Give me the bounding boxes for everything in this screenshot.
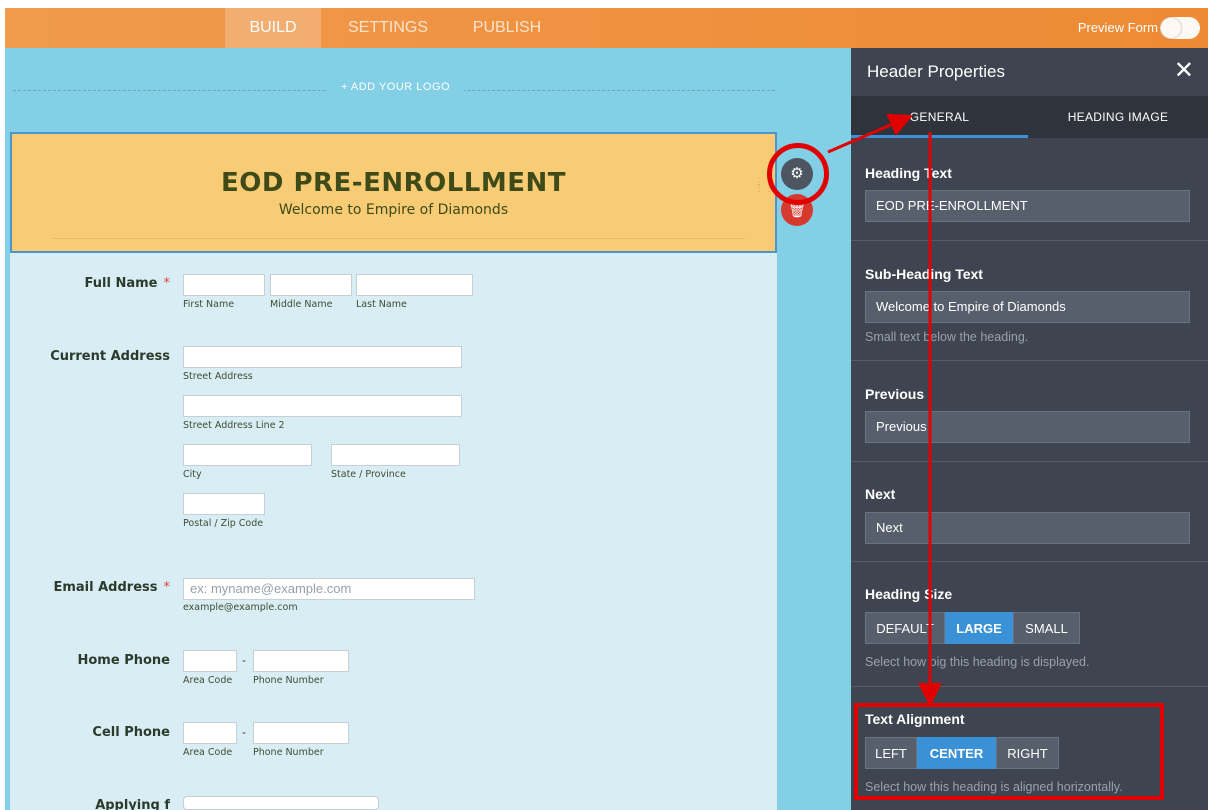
last-name-sublabel: Last Name — [356, 299, 407, 310]
zip-sublabel: Postal / Zip Code — [183, 518, 264, 529]
sub-heading-input[interactable]: Welcome to Empire of Diamonds — [865, 291, 1190, 323]
sub-heading-section: Sub-Heading Text Welcome to Empire of Di… — [851, 240, 1208, 360]
cell-area-code-input[interactable] — [183, 722, 237, 744]
street-address-input[interactable] — [183, 346, 462, 368]
annotation-circle — [767, 143, 829, 205]
address-label: Current Address — [50, 349, 170, 364]
home-phone-number-input[interactable] — [253, 650, 349, 672]
close-icon[interactable]: ✕ — [1174, 56, 1194, 85]
cell-phone-number-sublabel: Phone Number — [253, 747, 324, 758]
heading-subtitle: Welcome to Empire of Diamonds — [278, 202, 509, 218]
drag-handle-icon[interactable]: ⋮⋮ ⋮⋮ — [754, 178, 774, 204]
header-divider — [52, 238, 745, 239]
panel-title: Header Properties — [867, 62, 1005, 81]
home-phone-label: Home Phone — [77, 653, 171, 668]
form-header[interactable]: EOD PRE-ENROLLMENT Welcome to Empire of … — [10, 132, 777, 253]
heading-size-hint: Select how big this heading is displayed… — [865, 655, 1090, 669]
first-name-sublabel: First Name — [183, 299, 235, 310]
previous-section: Previous Previous — [851, 360, 1208, 461]
cell-phone-number-input[interactable] — [253, 722, 349, 744]
street-address-sublabel: Street Address — [183, 371, 253, 382]
applying-for-select[interactable] — [183, 796, 379, 810]
middle-name-sublabel: Middle Name — [270, 299, 333, 310]
add-logo-link[interactable]: + ADD YOUR LOGO — [327, 81, 465, 93]
zip-input[interactable] — [183, 493, 265, 515]
form-canvas: + ADD YOUR LOGO EOD PRE-ENROLLMENT Welco… — [5, 48, 851, 810]
city-input[interactable] — [183, 444, 312, 466]
form-fields-area: Full Name * First Name Middle Name Last N… — [10, 253, 777, 810]
tab-build[interactable]: BUILD — [225, 8, 321, 48]
heading-text-input[interactable]: EOD PRE-ENROLLMENT — [865, 190, 1190, 222]
last-name-input[interactable] — [356, 274, 473, 296]
state-input[interactable] — [331, 444, 460, 466]
street-address-2-sublabel: Street Address Line 2 — [183, 420, 285, 431]
email-label: Email Address * — [53, 580, 170, 595]
home-phone-dash: - — [242, 653, 246, 667]
next-section: Next Next — [851, 461, 1208, 561]
first-name-input[interactable] — [183, 274, 265, 296]
previous-label: Previous — [865, 386, 925, 402]
tab-settings[interactable]: SETTINGS — [335, 8, 441, 48]
heading-size-label: Heading Size — [865, 586, 953, 602]
heading-text-section: Heading Text EOD PRE-ENROLLMENT — [851, 148, 1208, 240]
home-phone-number-sublabel: Phone Number — [253, 675, 324, 686]
city-sublabel: City — [183, 469, 202, 480]
annotation-box — [854, 703, 1164, 800]
email-input[interactable]: ex: myname@example.com — [183, 578, 475, 600]
home-area-code-sublabel: Area Code — [183, 675, 233, 686]
preview-form-toggle[interactable] — [1160, 17, 1200, 39]
heading-text-label: Heading Text — [865, 165, 952, 181]
cell-phone-label: Cell Phone — [92, 725, 170, 740]
full-name-label: Full Name * — [84, 276, 170, 291]
cell-phone-dash: - — [242, 725, 246, 739]
home-area-code-input[interactable] — [183, 650, 237, 672]
state-sublabel: State / Province — [331, 469, 406, 480]
top-toolbar: BUILD SETTINGS PUBLISH Preview Form — [5, 8, 1208, 48]
heading-title: EOD PRE-ENROLLMENT — [220, 168, 567, 198]
next-input[interactable]: Next — [865, 512, 1190, 544]
sub-heading-hint: Small text below the heading. — [865, 330, 1029, 344]
size-large-button[interactable]: LARGE — [945, 612, 1013, 644]
email-sublabel: example@example.com — [183, 602, 298, 613]
header-properties-panel: Header Properties ✕ GENERAL HEADING IMAG… — [851, 48, 1208, 810]
cell-area-code-sublabel: Area Code — [183, 747, 233, 758]
middle-name-input[interactable] — [270, 274, 352, 296]
size-default-button[interactable]: DEFAULT — [865, 612, 945, 644]
sub-heading-label: Sub-Heading Text — [865, 266, 983, 282]
applying-for-label: Applying f — [95, 798, 170, 810]
next-label: Next — [865, 486, 896, 502]
previous-input[interactable]: Previous — [865, 411, 1190, 443]
toggle-knob — [1161, 18, 1181, 38]
panel-tabs: GENERAL HEADING IMAGE — [851, 96, 1208, 138]
tab-heading-image[interactable]: HEADING IMAGE — [1028, 96, 1208, 138]
preview-form-label: Preview Form — [1077, 20, 1158, 35]
street-address-2-input[interactable] — [183, 395, 462, 417]
heading-size-section: Heading Size DEFAULT LARGE SMALL Select … — [851, 561, 1208, 686]
tab-publish[interactable]: PUBLISH — [459, 8, 555, 48]
size-small-button[interactable]: SMALL — [1013, 612, 1080, 644]
tab-general[interactable]: GENERAL — [851, 96, 1028, 138]
